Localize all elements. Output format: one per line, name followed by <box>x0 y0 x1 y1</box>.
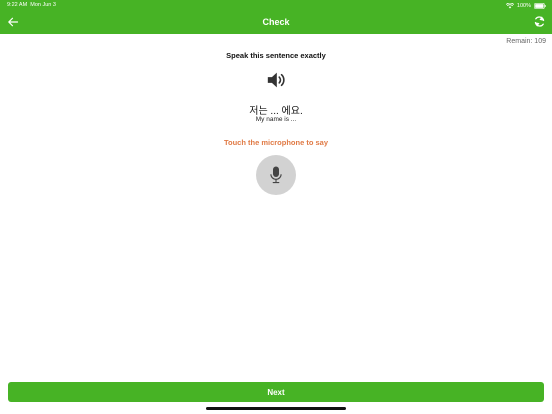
header-bar: 9:22 AM Mon Jun 3 100% Check <box>0 0 552 34</box>
next-button[interactable]: Next <box>8 382 544 402</box>
refresh-icon <box>533 15 546 28</box>
status-indicators: 100% <box>505 2 546 9</box>
page-title: Check <box>262 17 290 27</box>
play-audio-button[interactable] <box>266 71 286 89</box>
battery-icon <box>534 2 546 9</box>
microphone-button[interactable] <box>256 155 296 195</box>
instruction-text: Speak this sentence exactly <box>226 51 326 60</box>
status-date-label: Mon Jun 3 <box>30 2 56 8</box>
home-indicator <box>206 407 346 410</box>
speaker-icon <box>266 71 286 89</box>
wifi-icon <box>505 2 514 9</box>
status-time-label: 9:22 AM <box>7 2 28 8</box>
sentence-text: 저는 ... 에요. <box>249 106 303 117</box>
microphone-icon <box>270 166 282 184</box>
mic-prompt: Touch the microphone to say <box>223 138 329 147</box>
remaining-count: Remain: 109 <box>506 38 546 45</box>
translation-text: My name is ... <box>255 116 297 123</box>
status-time: 9:22 AM Mon Jun 3 <box>7 2 56 8</box>
battery-percent: 100% <box>516 2 531 9</box>
next-button-label: Next <box>267 387 285 397</box>
refresh-button[interactable] <box>533 15 546 28</box>
